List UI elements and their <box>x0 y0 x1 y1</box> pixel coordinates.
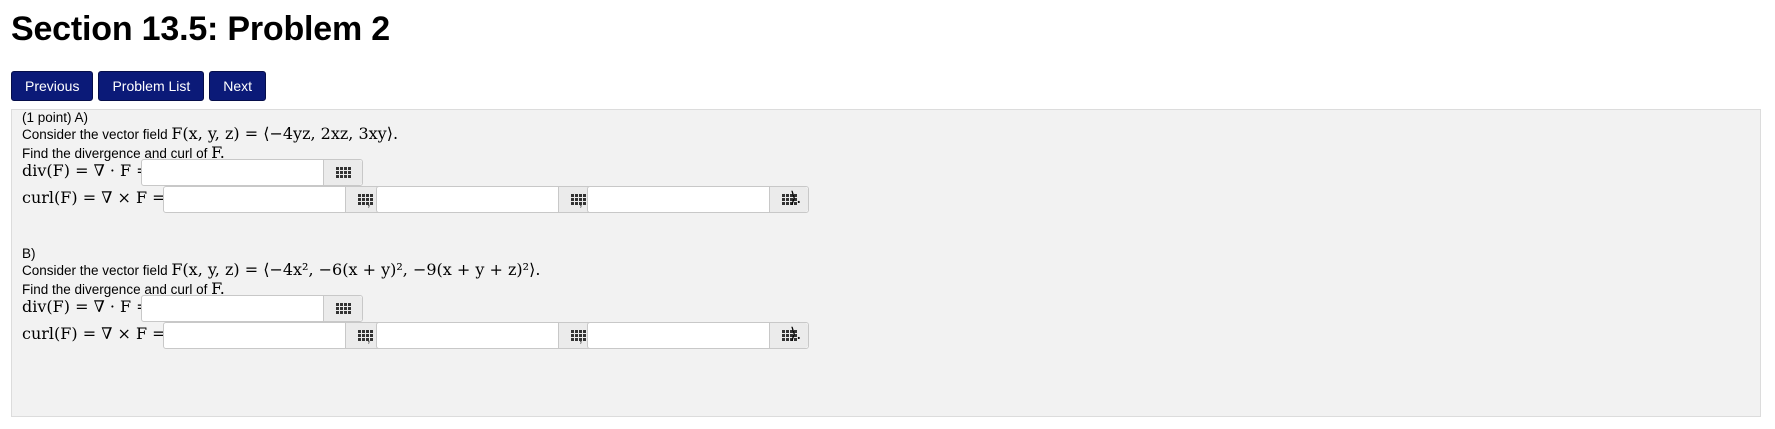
close-bracket: ⟩. <box>790 188 802 207</box>
previous-button[interactable]: Previous <box>11 71 94 101</box>
part-a-curl-input-3[interactable] <box>588 187 769 212</box>
comma: , <box>367 194 371 209</box>
part-a-consider-text: Consider the vector field <box>22 127 172 142</box>
part-b-div-answer <box>141 295 363 322</box>
page-title: Section 13.5: Problem 2 <box>11 10 390 48</box>
part-b-curl-input-3[interactable] <box>588 323 769 348</box>
close-bracket: ⟩. <box>790 324 802 343</box>
comma: , <box>579 330 583 345</box>
comma: , <box>579 194 583 209</box>
part-a-header: (1 point) A) <box>22 110 89 125</box>
period: . <box>343 166 347 181</box>
part-a-curl-input-1[interactable] <box>164 187 345 212</box>
problem-nav: Previous Problem List Next <box>11 71 267 101</box>
part-a-curl-answer-2 <box>376 186 598 213</box>
part-b-curl-input-2[interactable] <box>377 323 558 348</box>
part-b-div-input[interactable] <box>142 296 323 321</box>
part-a-div-label: div(F) = ∇ · F = <box>22 161 150 180</box>
part-a-div-input[interactable] <box>142 160 323 185</box>
comma: , <box>367 330 371 345</box>
grid-keypad-icon <box>570 330 586 341</box>
part-b-curl-answer-2 <box>376 322 598 349</box>
part-b-statement: Consider the vector field F(x, y, z) = ⟨… <box>22 260 540 279</box>
grid-keypad-icon <box>570 194 586 205</box>
part-b-curl-input-1[interactable] <box>164 323 345 348</box>
part-a-curl-answer-1 <box>163 186 385 213</box>
next-button[interactable]: Next <box>209 71 267 101</box>
part-a-div-answer <box>141 159 363 186</box>
math-editor-button[interactable] <box>769 323 808 348</box>
part-a-statement: Consider the vector field F(x, y, z) = ⟨… <box>22 124 398 143</box>
part-a-curl-answer-3 <box>587 186 809 213</box>
part-b-curl-answer-3 <box>587 322 809 349</box>
part-b-curl-label: curl(F) = ∇ × F = ⟨ <box>22 324 177 343</box>
part-a-curl-input-2[interactable] <box>377 187 558 212</box>
part-a-curl-label: curl(F) = ∇ × F = ⟨ <box>22 188 177 207</box>
problem-body: (1 point) A) Consider the vector field F… <box>11 109 1761 417</box>
part-b-header: B) <box>22 246 36 261</box>
problem-list-button[interactable]: Problem List <box>98 71 205 101</box>
period: . <box>343 302 347 317</box>
math-editor-button[interactable] <box>769 187 808 212</box>
part-b-field-math: F(x, y, z) = ⟨−4x², −6(x + y)², −9(x + y… <box>171 260 541 279</box>
part-b-consider-text: Consider the vector field <box>22 263 172 278</box>
part-a-field-math: F(x, y, z) = ⟨−4yz, 2xz, 3xy⟩. <box>171 124 399 143</box>
part-b-div-label: div(F) = ∇ · F = <box>22 297 150 316</box>
part-b-curl-answer-1 <box>163 322 385 349</box>
